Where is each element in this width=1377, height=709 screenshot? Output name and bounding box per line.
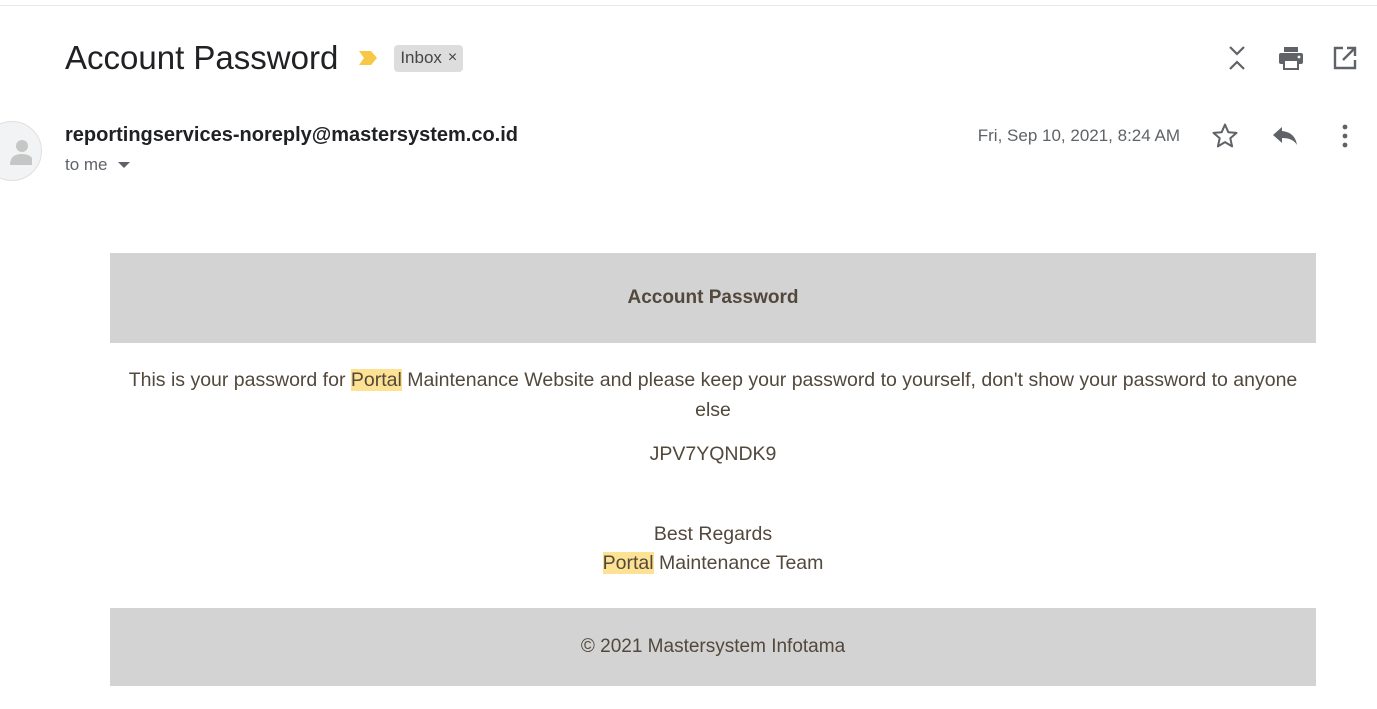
remove-label-button[interactable]: × — [448, 49, 457, 67]
top-divider — [0, 5, 1377, 6]
email-date: Fri, Sep 10, 2021, 8:24 AM — [977, 126, 1180, 145]
more-vert-icon[interactable] — [1327, 118, 1363, 154]
email-body: Account Password This is your password f… — [110, 253, 1316, 686]
importance-marker-icon[interactable] — [356, 46, 380, 70]
body-footer: © 2021 Mastersystem Infotama — [110, 608, 1316, 686]
team-suffix: Maintenance Team — [653, 552, 824, 574]
signature: Best Regards Portal Maintenance Team — [110, 520, 1316, 578]
search-highlight: Portal — [350, 369, 402, 391]
team-line: Portal Maintenance Team — [110, 549, 1316, 578]
body-header-title: Account Password — [110, 253, 1316, 343]
inbox-label-text: Inbox — [400, 47, 442, 67]
collapse-all-icon[interactable] — [1219, 40, 1255, 76]
search-highlight: Portal — [602, 552, 654, 574]
sender-address[interactable]: reportingservices-noreply@mastersystem.c… — [65, 124, 518, 147]
notice-prefix: This is your password for — [128, 369, 351, 391]
password-code: JPV7YQNDK9 — [649, 443, 777, 465]
password-notice: This is your password for Portal Mainten… — [110, 365, 1316, 425]
default-avatar-icon[interactable] — [0, 121, 42, 181]
message-actions — [1183, 118, 1363, 154]
inbox-label-chip[interactable]: Inbox × — [394, 44, 464, 72]
star-icon[interactable] — [1207, 118, 1243, 154]
recipient-details-toggle[interactable]: to me — [65, 155, 130, 175]
subject-row: Account Password Inbox × — [65, 36, 464, 80]
notice-suffix: Maintenance Website and please keep your… — [401, 369, 1298, 421]
regards-line: Best Regards — [653, 523, 773, 545]
chevron-down-icon — [117, 162, 130, 168]
email-subject: Account Password — [65, 39, 339, 76]
thread-actions — [1201, 40, 1363, 76]
print-icon[interactable] — [1273, 40, 1309, 76]
open-in-new-window-icon[interactable] — [1327, 40, 1363, 76]
reply-icon[interactable] — [1267, 118, 1303, 154]
recipient-text: to me — [65, 155, 108, 174]
